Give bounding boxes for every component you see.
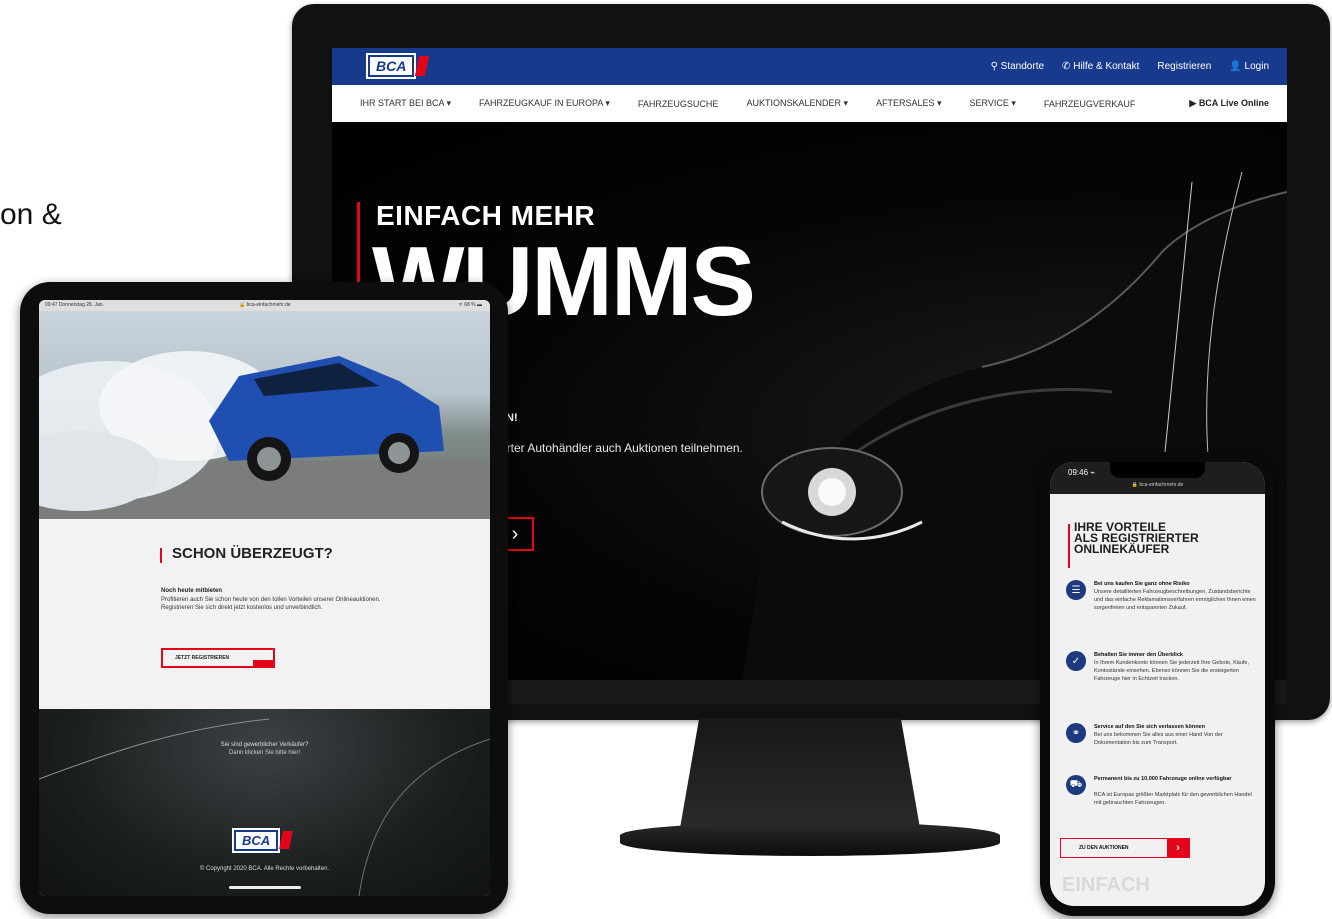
tablet-home-indicator <box>229 886 301 889</box>
monitor-stand <box>680 718 920 828</box>
tablet-status-url: 🔒 bca-einfachmehr.de <box>239 302 291 308</box>
hero-text-body: strierter Autohändler auch Auktionen tei… <box>484 441 743 471</box>
nav-ihr-start-bei-bca[interactable]: IHR START BEI BCA ▾ <box>360 98 451 109</box>
bca-logo[interactable]: BCA <box>368 55 430 77</box>
user-icon: 👤 <box>1229 61 1245 72</box>
benefit-item: ✓ Behalten Sie immer den Überblick In Ih… <box>1066 651 1261 711</box>
monitor-base <box>620 822 1000 856</box>
tablet-seller-question: Sie sind gewerblicher Verkäufer? <box>220 742 309 748</box>
top-link-hilfe-kontakt[interactable]: ✆ Hilfe & Kontakt <box>1062 61 1139 72</box>
phone-heading-accent <box>1068 524 1070 568</box>
background-text-fragment: on & <box>0 198 62 231</box>
handshake-icon: ⚭ <box>1066 723 1086 743</box>
benefit-item: ⛟ Permanent bis zu 10.000 Fahrzeuge onli… <box>1066 775 1261 830</box>
tablet-heading: SCHON ÜBERZEUGT? <box>172 545 333 562</box>
nav-fahrzeugverkauf[interactable]: FAHRZEUGVERKAUF <box>1044 99 1136 109</box>
nav-aftersales[interactable]: AFTERSALES ▾ <box>876 98 942 109</box>
nav-fahrzeugsuche[interactable]: FAHRZEUGSUCHE <box>638 99 719 109</box>
list-icon: ☰ <box>1066 580 1086 600</box>
phone-device: 09:46 ⌁ 🔒 bca-einfachmehr.de IHRE VORTEI… <box>1040 452 1275 916</box>
phone-status-bar: 09:46 ⌁ 🔒 bca-einfachmehr.de <box>1050 462 1265 494</box>
tablet-screen: 09:47 Donnerstag 28. Jan. 🔒 bca-einfachm… <box>39 300 490 896</box>
benefit-item: ☰ Bei uns kaufen Sie ganz ohne Risiko Un… <box>1066 580 1261 640</box>
button-arrow-accent <box>253 660 273 666</box>
phone-url: 🔒 bca-einfachmehr.de <box>1131 482 1184 488</box>
phone-screen: 09:46 ⌁ 🔒 bca-einfachmehr.de IHRE VORTEI… <box>1050 462 1265 906</box>
tablet-paragraph: Profitieren auch Sie schon heute von den… <box>161 597 381 611</box>
nav-auktionskalender[interactable]: AUKTIONSKALENDER ▾ <box>746 98 848 109</box>
desktop-top-bar: BCA ⚲ Standorte ✆ Hilfe & Kontakt Regist… <box>332 48 1287 85</box>
phone-notch <box>1110 462 1205 478</box>
shield-check-icon: ✓ <box>1066 651 1086 671</box>
top-link-standorte[interactable]: ⚲ Standorte <box>991 61 1044 72</box>
top-link-registrieren[interactable]: Registrieren <box>1157 61 1211 72</box>
tablet-status-time: 09:47 Donnerstag 28. Jan. <box>45 302 104 308</box>
blue-car-drift-image <box>39 311 490 519</box>
phone-bottom-text: EINFACH <box>1062 874 1150 896</box>
tablet-device: 09:47 Donnerstag 28. Jan. 🔒 bca-einfachm… <box>20 282 508 914</box>
car-icon: ⛟ <box>1066 775 1086 795</box>
tablet-subheading: Noch heute mitbieten <box>161 588 223 594</box>
tablet-footer-logo[interactable]: BCA <box>234 829 294 851</box>
map-pin-icon: ⚲ <box>990 61 1001 72</box>
tablet-status-bar: 09:47 Donnerstag 28. Jan. 🔒 bca-einfachm… <box>39 300 490 311</box>
jetzt-registrieren-button[interactable]: JETZT REGISTRIEREN <box>161 648 275 668</box>
nav-service[interactable]: SERVICE ▾ <box>970 98 1016 109</box>
zu-den-auktionen-button[interactable]: ZU DEN AUKTIONEN › <box>1060 838 1190 858</box>
tablet-copyright: © Copyright 2020 BCA. Alle Rechte vorbeh… <box>199 866 330 872</box>
phone-icon: ✆ <box>1062 61 1074 72</box>
benefit-item: ⚭ Service auf den Sie sich verlassen kön… <box>1066 723 1261 763</box>
phone-status-time: 09:46 ⌁ <box>1068 468 1096 477</box>
top-link-login[interactable]: 👤 Login <box>1229 61 1269 72</box>
nav-fahrzeugkauf-in-europa[interactable]: FAHRZEUGKAUF IN EUROPA ▾ <box>479 98 610 109</box>
desktop-main-nav: IHR START BEI BCA ▾ FAHRZEUGKAUF IN EURO… <box>332 85 1287 122</box>
tablet-heading-accent <box>160 548 162 563</box>
tablet-status-battery: ᯤ 68 % ▬ <box>458 302 482 308</box>
tablet-seller-link[interactable]: Dann klicken Sie bitte hier! <box>39 750 490 756</box>
phone-heading: IHRE VORTEILE ALS REGISTRIERTER ONLINEKÄ… <box>1074 520 1199 556</box>
chevron-right-icon: › <box>1167 839 1189 857</box>
bca-live-online-link[interactable]: ▶ BCA Live Online <box>1189 98 1269 109</box>
